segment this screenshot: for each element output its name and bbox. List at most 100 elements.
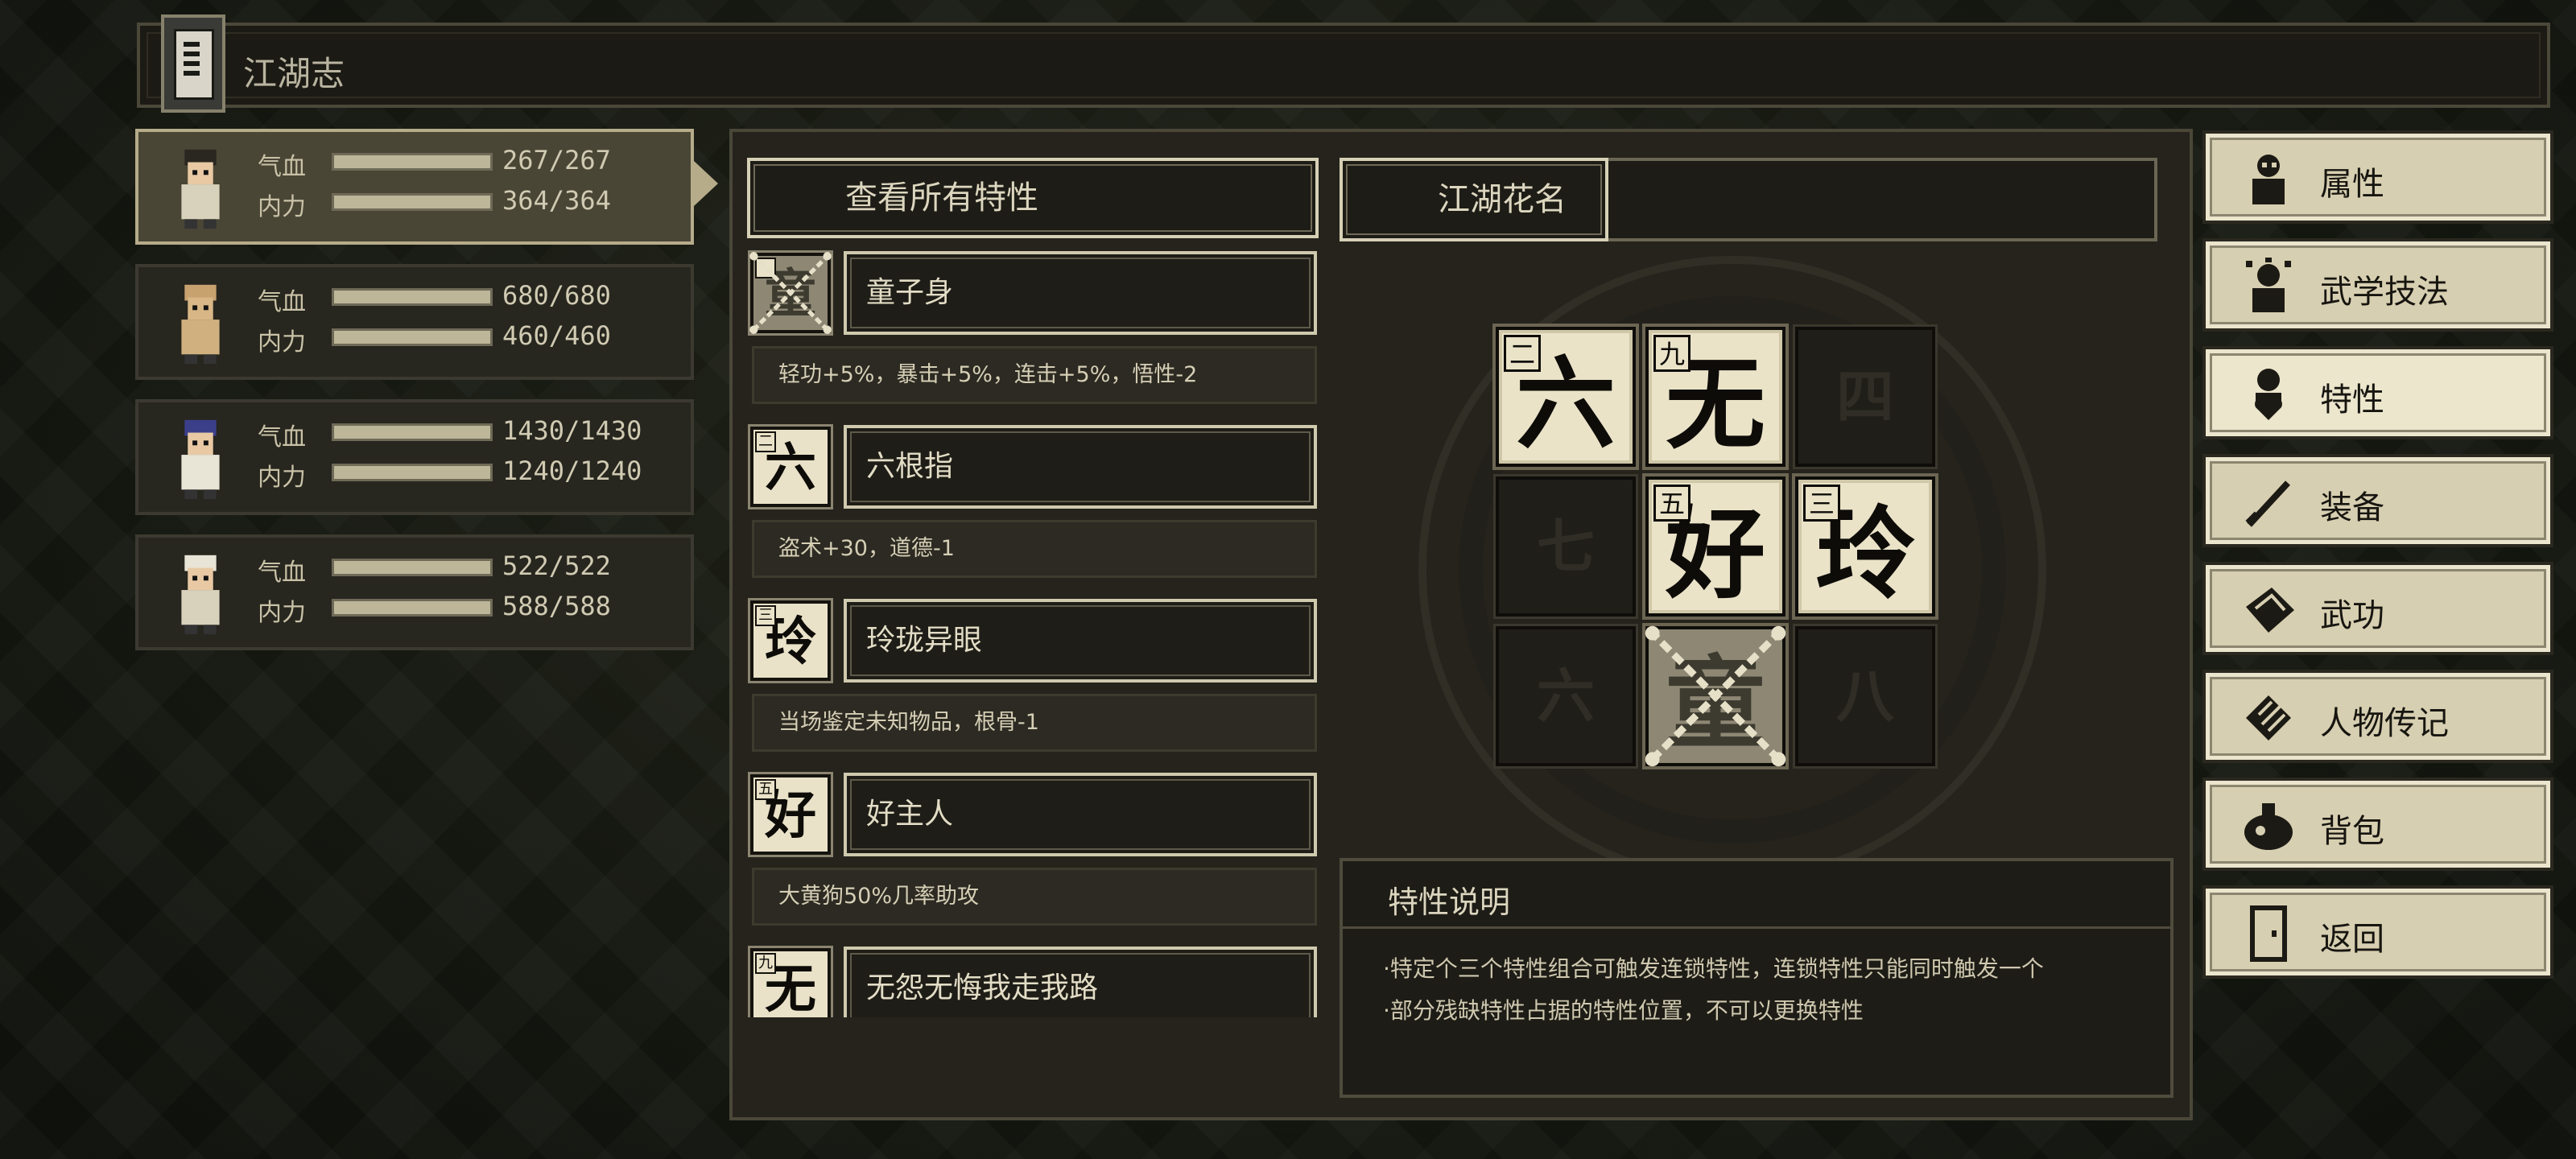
nickname-slot[interactable]: 玲三: [1795, 476, 1935, 617]
trait-item[interactable]: 童童子身 轻功+5%，暴击+5%，连击+5%，悟性-2: [747, 248, 1319, 417]
hp-bar-fill: [334, 291, 490, 303]
trait-list[interactable]: 童童子身 轻功+5%，暴击+5%，连击+5%，悟性-2 六二六根指 盗术+30，道德-…: [747, 248, 1319, 1017]
journal-book-icon: [161, 14, 225, 113]
slot-glyph: 八: [1835, 662, 1894, 730]
selected-arrow-icon: [694, 161, 718, 206]
menu-label: 武学技法: [2320, 274, 2449, 311]
window-title: 江湖志: [243, 54, 345, 93]
menu-button[interactable]: 属性: [2202, 130, 2553, 224]
nickname-slot[interactable]: 八: [1795, 626, 1935, 766]
trait-glyph-icon: 六二: [750, 427, 831, 507]
trait-item[interactable]: 六二六根指 盗术+30，道德-1: [747, 422, 1319, 591]
trait-description: 大黄狗50%几率助攻: [752, 868, 1317, 926]
person-icon: [2252, 155, 2285, 204]
trait-glyph-icon: 无九: [750, 948, 831, 1017]
mp-bar-fill: [334, 601, 490, 614]
martial-person-icon: [2246, 258, 2291, 312]
slot-rank-badge: 二: [1504, 335, 1541, 372]
nickname-slot[interactable]: 无九: [1645, 327, 1785, 467]
trait-item[interactable]: 好五好主人大黄狗50%几率助攻: [747, 769, 1319, 938]
hp-bar-fill: [334, 561, 490, 574]
hp-bar: [332, 559, 493, 576]
mp-value: 364/364: [502, 185, 611, 216]
trait-description: 轻功+5%，暴击+5%，连击+5%，悟性-2: [752, 346, 1317, 404]
menu-label: 武功: [2320, 597, 2384, 634]
heart-person-icon: [2255, 369, 2282, 420]
slot-glyph: 四: [1835, 362, 1894, 431]
nickname-slot[interactable]: 七: [1496, 476, 1636, 617]
trait-glyph-icon: 好五: [750, 774, 831, 855]
trait-name: 六根指: [844, 425, 1317, 509]
menu-button[interactable]: 武功: [2202, 562, 2553, 655]
menu-label: 属性: [2320, 166, 2384, 203]
menu-label: 背包: [2320, 813, 2384, 850]
menu-button[interactable]: 装备: [2202, 454, 2553, 547]
nickname-slot[interactable]: 六二: [1496, 327, 1636, 467]
explanation-title: 特性说明: [1388, 885, 1511, 920]
mp-bar: [332, 328, 493, 346]
menu-label: 人物传记: [2320, 705, 2449, 742]
party-member-card[interactable]: 气血 内力 680/680 460/460: [135, 264, 694, 380]
trait-item[interactable]: 玲三玲珑异眼当场鉴定未知物品，根骨-1: [747, 596, 1319, 765]
character-avatar: [181, 149, 220, 229]
mp-bar-fill: [334, 466, 490, 479]
menu-button[interactable]: 人物传记: [2202, 670, 2553, 763]
trait-rank-badge: 三: [755, 605, 776, 626]
character-avatar: [181, 284, 220, 365]
hp-label: 气血: [258, 423, 306, 452]
trait-item[interactable]: 无九无怨无悔我走我路: [747, 943, 1319, 1017]
mp-value: 1240/1240: [502, 456, 642, 486]
nickname-slot[interactable]: 六: [1496, 626, 1636, 766]
trait-glyph-icon: 玲三: [750, 600, 831, 681]
nickname-label: 江湖花名: [1340, 158, 1608, 241]
trait-rank-badge: 二: [755, 431, 776, 452]
slot-glyph: 童: [1665, 645, 1765, 762]
character-avatar: [181, 555, 220, 635]
party-member-card[interactable]: 气血 内力 267/267 364/364: [135, 129, 694, 245]
explanation-line: ·特定个三个特性组合可触发连锁特性，连锁特性只能同时触发一个: [1383, 955, 2044, 982]
mp-value: 460/460: [502, 320, 611, 351]
party-member-card[interactable]: 气血 内力 522/522 588/588: [135, 534, 694, 650]
hp-label: 气血: [258, 559, 306, 587]
hp-bar-fill: [334, 426, 490, 439]
mp-bar: [332, 464, 493, 481]
trait-rank-badge: 五: [755, 779, 776, 800]
hp-value: 1430/1430: [502, 415, 642, 446]
trait-name: 童子身: [844, 251, 1317, 335]
character-avatar: [181, 419, 220, 500]
trait-name: 好主人: [844, 773, 1317, 856]
mp-bar-fill: [334, 196, 490, 208]
mp-bar: [332, 193, 493, 211]
menu-button[interactable]: 背包: [2202, 777, 2553, 871]
trait-name: 玲珑异眼: [844, 599, 1317, 683]
door-icon: [2250, 905, 2287, 962]
menu-button[interactable]: 返回: [2202, 885, 2553, 979]
trait-rank-badge: 九: [755, 953, 776, 974]
hp-bar: [332, 288, 493, 306]
trait-name: 无怨无悔我走我路: [844, 947, 1317, 1017]
explanation-line: ·部分残缺特性占据的特性位置，不可以更换特性: [1383, 997, 1864, 1024]
scroll-icon: [2246, 695, 2291, 740]
nickname-slot[interactable]: 童: [1645, 625, 1786, 767]
title-bar: [137, 23, 2550, 108]
mp-value: 588/588: [502, 591, 611, 621]
mp-label: 内力: [258, 328, 306, 357]
mp-bar: [332, 599, 493, 617]
trait-description: 当场鉴定未知物品，根骨-1: [752, 694, 1317, 752]
nickname-slot[interactable]: 好五: [1645, 476, 1785, 617]
slot-rank-badge: 三: [1803, 485, 1840, 522]
menu-label: 返回: [2320, 921, 2384, 958]
hp-bar-fill: [334, 155, 490, 168]
bag-icon: [2244, 803, 2293, 850]
menu-button[interactable]: 特性: [2202, 346, 2553, 439]
menu-button[interactable]: 武学技法: [2202, 238, 2553, 332]
manual-book-icon: [2246, 588, 2294, 633]
slot-glyph: 六: [1536, 662, 1595, 730]
mp-label: 内力: [258, 464, 306, 492]
slot-rank-badge: 九: [1653, 335, 1690, 372]
view-all-traits-button[interactable]: 查看所有特性: [747, 158, 1319, 238]
hp-label: 气血: [258, 153, 306, 181]
nickname-slot[interactable]: 四: [1795, 327, 1935, 467]
party-member-card[interactable]: 气血内力 1430/1430 1240/1240: [135, 399, 694, 515]
slot-glyph: 七: [1536, 512, 1595, 580]
